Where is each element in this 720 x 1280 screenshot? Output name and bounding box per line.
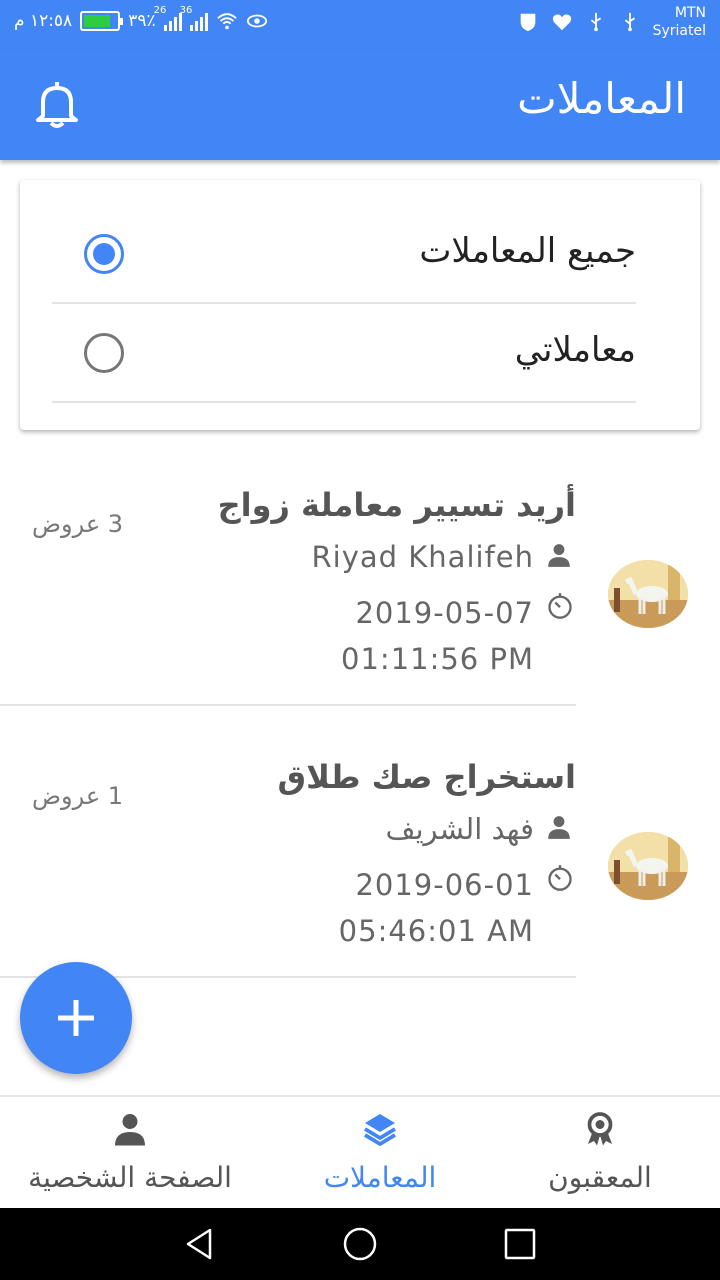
timer-icon (548, 593, 572, 619)
back-icon[interactable] (182, 1226, 218, 1262)
transaction-datetime: 2019-06-01 05:46:01 AM (338, 868, 534, 948)
wifi-icon (216, 13, 237, 30)
battery-percent: ٣٩٪ (128, 11, 156, 31)
transaction-title: أريد تسيير معاملة زواج (217, 486, 576, 524)
battery-icon (80, 11, 124, 31)
nav-label: الصفحة الشخصية (28, 1161, 232, 1194)
filter-option-label: جميع المعاملات (419, 231, 636, 271)
nav-item-followers[interactable]: المعقبون (480, 1097, 720, 1210)
bell-icon[interactable] (32, 78, 82, 130)
transaction-user: فهد الشريف (385, 812, 534, 846)
nav-label: المعقبون (548, 1161, 652, 1194)
system-navigation-bar (0, 1208, 720, 1280)
plus-icon (58, 1000, 94, 1036)
nav-item-profile[interactable]: الصفحة الشخصية (0, 1097, 260, 1210)
transaction-datetime: 2019-05-07 01:11:56 PM (341, 596, 534, 676)
offers-count: 3 عروض (32, 510, 124, 538)
page-title: المعاملات (517, 74, 686, 123)
nav-label: المعاملات (323, 1161, 437, 1194)
nav-item-transactions[interactable]: المعاملات (250, 1097, 510, 1210)
layers-icon (364, 1114, 396, 1147)
home-icon[interactable] (342, 1226, 378, 1262)
status-left: ١٢:٥٨ م ٣٩٪ 26 36 (14, 5, 268, 32)
shield-icon (520, 13, 535, 32)
eye-icon (246, 14, 267, 28)
heart-icon (552, 14, 571, 31)
app-bar: المعاملات (0, 50, 720, 160)
person-icon (548, 544, 570, 567)
avatar (608, 832, 688, 900)
divider (0, 704, 576, 706)
status-right: MTN Syriatel (517, 4, 706, 40)
status-time: ١٢:٥٨ م (14, 11, 73, 31)
transaction-item[interactable]: أريد تسيير معاملة زواج Riyad Khalifeh 20… (0, 480, 720, 706)
award-icon (587, 1112, 613, 1146)
avatar (608, 560, 688, 628)
radio-button[interactable] (84, 333, 124, 373)
status-bar: ١٢:٥٨ م ٣٩٪ 26 36 MTN Syriatel (0, 0, 720, 50)
filter-option-mine[interactable]: معاملاتي (52, 304, 636, 403)
person-icon (548, 816, 570, 839)
radio-button-selected[interactable] (84, 234, 124, 274)
filter-card: جميع المعاملات معاملاتي (20, 180, 700, 430)
transaction-title: استخراج صك طلاق (277, 758, 576, 796)
filter-option-all[interactable]: جميع المعاملات (52, 205, 636, 304)
person-icon (115, 1114, 145, 1146)
signal-icon-2: 36 (180, 5, 208, 31)
filter-option-label: معاملاتي (514, 330, 636, 370)
usb-icon (590, 12, 601, 32)
usb-icon-2 (624, 12, 635, 32)
transaction-item[interactable]: استخراج صك طلاق فهد الشريف 2019-06-01 05… (0, 752, 720, 978)
bottom-navigation: الصفحة الشخصية المعاملات المعقبون (0, 1095, 720, 1208)
carrier-name: MTN Syriatel (652, 5, 706, 39)
transaction-user: Riyad Khalifeh (311, 540, 534, 574)
add-transaction-button[interactable] (20, 962, 132, 1074)
timer-icon (548, 865, 572, 891)
recents-icon[interactable] (502, 1226, 538, 1262)
offers-count: 1 عروض (32, 782, 124, 810)
